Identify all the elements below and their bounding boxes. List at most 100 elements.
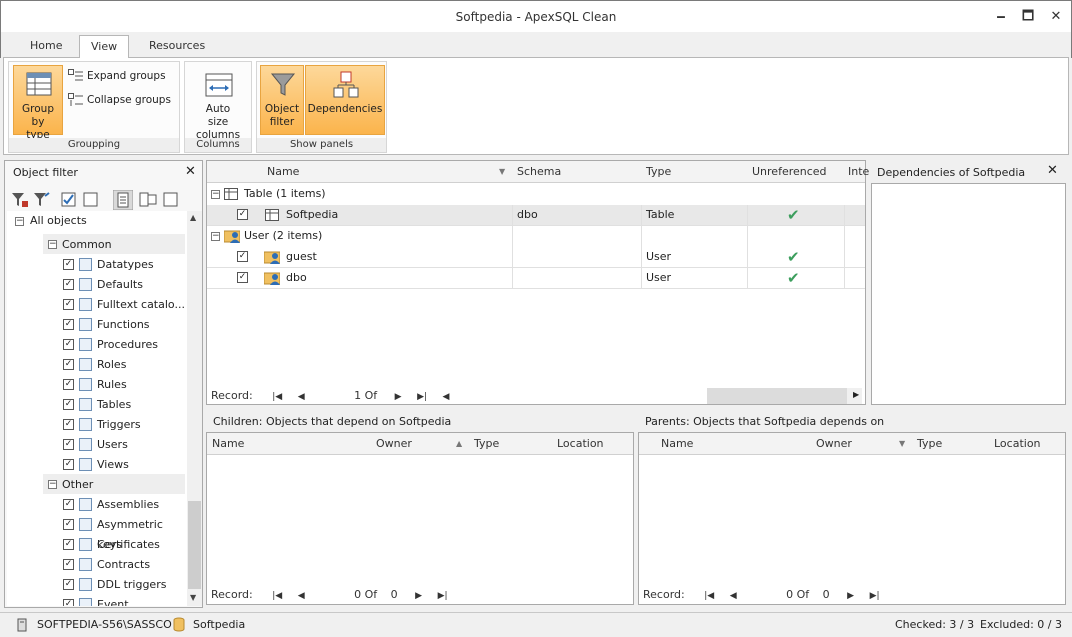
- common-expander[interactable]: −: [48, 240, 57, 249]
- first-record-icon[interactable]: |◀: [704, 587, 714, 605]
- children-col-owner[interactable]: Owner: [376, 433, 412, 455]
- tree-item-checkbox[interactable]: ✓: [63, 439, 74, 450]
- tree-item-checkbox[interactable]: ✓: [63, 519, 74, 530]
- parents-col-name[interactable]: Name: [661, 433, 693, 455]
- tree-scrollbar[interactable]: ▲ ▼: [187, 211, 202, 606]
- row-checkbox[interactable]: ✓: [237, 209, 248, 220]
- tree-item-checkbox[interactable]: ✓: [63, 499, 74, 510]
- group-row-table[interactable]: − Table (1 items): [207, 184, 865, 205]
- last-record-icon[interactable]: ▶|: [870, 587, 880, 605]
- maximize-button[interactable]: 🗖: [1018, 7, 1038, 27]
- tree-item[interactable]: Defaults: [97, 275, 143, 295]
- scroll-up-icon[interactable]: ▲: [190, 213, 196, 222]
- tab-home[interactable]: Home: [19, 35, 73, 58]
- column-type[interactable]: Type: [646, 161, 671, 183]
- dependencies-button[interactable]: Dependencies: [305, 65, 385, 135]
- tree-item-checkbox[interactable]: ✓: [63, 419, 74, 430]
- extra-nav-icon[interactable]: ◀: [443, 388, 450, 406]
- column-name[interactable]: Name: [267, 161, 299, 183]
- tree-item[interactable]: Procedures: [97, 335, 158, 355]
- table-row[interactable]: ✓ Softpedia dbo Table ✔: [207, 205, 865, 226]
- next-page-icon[interactable]: ▶: [395, 388, 402, 406]
- first-record-icon[interactable]: |◀: [272, 587, 282, 605]
- expand-groups-button[interactable]: Expand groups: [66, 66, 166, 86]
- filter-remove-icon[interactable]: [11, 192, 29, 208]
- tree-item[interactable]: Views: [97, 455, 129, 475]
- next-page-icon[interactable]: ▶: [847, 587, 854, 605]
- tree-item[interactable]: Contracts: [97, 555, 150, 575]
- minimize-button[interactable]: 🗕: [991, 7, 1011, 27]
- prev-page-icon[interactable]: ◀: [730, 587, 737, 605]
- tree-item-checkbox[interactable]: ✓: [63, 279, 74, 290]
- auto-size-columns-button[interactable]: Auto size columns: [189, 65, 247, 141]
- scroll-thumb[interactable]: [188, 501, 201, 589]
- grid-hscrollbar[interactable]: ▶: [707, 388, 862, 404]
- group-row-user[interactable]: − User (2 items): [207, 226, 865, 247]
- all-objects-expander[interactable]: −: [15, 217, 24, 226]
- tree-item-checkbox[interactable]: ✓: [63, 579, 74, 590]
- tree-item[interactable]: Rules: [97, 375, 127, 395]
- column-unreferenced[interactable]: Unreferenced: [752, 161, 827, 183]
- tree-item-checkbox[interactable]: ✓: [63, 359, 74, 370]
- tree-item[interactable]: DDL triggers: [97, 575, 166, 595]
- tree-item[interactable]: Certificates: [97, 535, 160, 555]
- children-col-name[interactable]: Name: [212, 433, 244, 455]
- tree-item[interactable]: Event notificat...: [97, 595, 187, 606]
- object-filter-close-icon[interactable]: ✕: [185, 164, 196, 179]
- tree-item[interactable]: Tables: [97, 395, 131, 415]
- next-page-icon[interactable]: ▶: [415, 587, 422, 605]
- view-detail-icon[interactable]: [139, 192, 157, 208]
- tree-item[interactable]: Datatypes: [97, 255, 154, 275]
- dependencies-close-icon[interactable]: ✕: [1047, 163, 1058, 178]
- prev-page-icon[interactable]: ◀: [298, 587, 305, 605]
- last-record-icon[interactable]: ▶|: [417, 388, 427, 406]
- group-expander[interactable]: −: [211, 232, 220, 241]
- group-by-type-button[interactable]: Group by type: [13, 65, 63, 141]
- table-row[interactable]: ✓ dbo User ✔: [207, 268, 865, 289]
- group-expander[interactable]: −: [211, 190, 220, 199]
- tree-item-checkbox[interactable]: ✓: [63, 559, 74, 570]
- row-checkbox[interactable]: ✓: [237, 251, 248, 262]
- children-col-location[interactable]: Location: [557, 433, 604, 455]
- tree-item[interactable]: Triggers: [97, 415, 141, 435]
- tree-item[interactable]: Assemblies: [97, 495, 159, 515]
- children-col-type[interactable]: Type: [474, 433, 499, 455]
- check-all-icon[interactable]: [61, 192, 77, 208]
- view-empty-icon[interactable]: [163, 192, 179, 208]
- tree-item-checkbox[interactable]: ✓: [63, 399, 74, 410]
- hscroll-thumb[interactable]: [707, 388, 847, 404]
- uncheck-all-icon[interactable]: [83, 192, 99, 208]
- tree-item-checkbox[interactable]: ✓: [63, 459, 74, 470]
- tree-group-common[interactable]: Common: [62, 235, 112, 255]
- tree-item-checkbox[interactable]: ✓: [63, 379, 74, 390]
- tree-item[interactable]: Functions: [97, 315, 150, 335]
- row-checkbox[interactable]: ✓: [237, 272, 248, 283]
- tree-item[interactable]: Users: [97, 435, 128, 455]
- parents-col-owner[interactable]: Owner: [816, 433, 852, 455]
- filter-apply-icon[interactable]: [33, 192, 51, 208]
- tree-root-all-objects[interactable]: All objects: [30, 211, 87, 231]
- column-schema[interactable]: Schema: [517, 161, 561, 183]
- tree-item-checkbox[interactable]: ✓: [63, 339, 74, 350]
- tree-item-checkbox[interactable]: ✓: [63, 319, 74, 330]
- parents-col-type[interactable]: Type: [917, 433, 942, 455]
- view-list-icon[interactable]: [113, 190, 133, 210]
- tab-resources[interactable]: Resources: [138, 35, 216, 58]
- tab-view[interactable]: View: [79, 35, 130, 58]
- tree-item-checkbox[interactable]: ✓: [63, 539, 74, 550]
- last-record-icon[interactable]: ▶|: [438, 587, 448, 605]
- table-row[interactable]: ✓ guest User ✔: [207, 247, 865, 268]
- collapse-groups-button[interactable]: Collapse groups: [66, 90, 171, 110]
- column-inte[interactable]: Inte: [848, 161, 869, 183]
- object-filter-button[interactable]: Object filter: [260, 65, 304, 135]
- tree-item-checkbox[interactable]: ✓: [63, 299, 74, 310]
- scroll-down-icon[interactable]: ▼: [190, 593, 196, 602]
- scroll-right-icon[interactable]: ▶: [853, 390, 859, 399]
- parents-col-location[interactable]: Location: [994, 433, 1041, 455]
- close-button[interactable]: ✕: [1046, 7, 1066, 27]
- tree-item[interactable]: Roles: [97, 355, 126, 375]
- other-expander[interactable]: −: [48, 480, 57, 489]
- tree-item-checkbox[interactable]: ✓: [63, 599, 74, 606]
- first-record-icon[interactable]: |◀: [272, 388, 282, 406]
- tree-item[interactable]: Fulltext catalo...: [97, 295, 185, 315]
